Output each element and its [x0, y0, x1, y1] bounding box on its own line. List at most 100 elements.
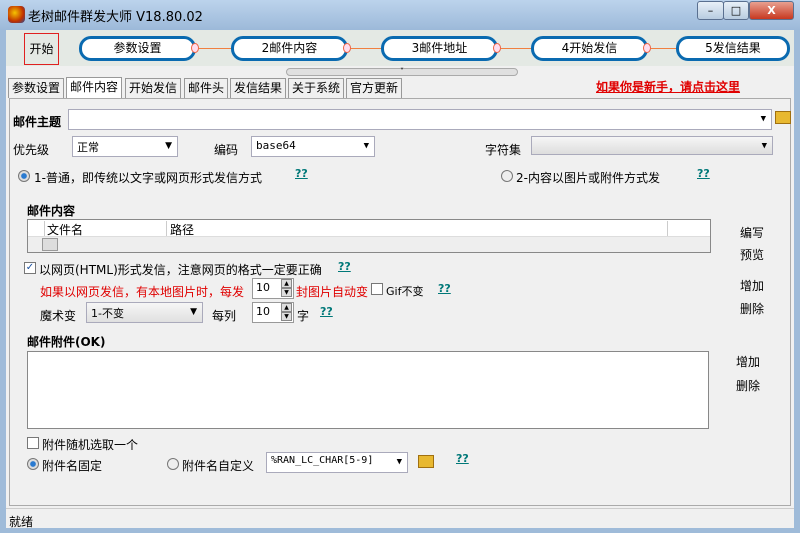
- delete-content-button[interactable]: 删除: [740, 300, 764, 317]
- random-attachment-checkbox[interactable]: [27, 437, 39, 449]
- folder-open-icon[interactable]: [418, 455, 434, 468]
- spin-up-icon[interactable]: ▲: [281, 303, 292, 312]
- per-col-stepper[interactable]: 10 ▲ ▼: [252, 302, 294, 323]
- gif-checkbox[interactable]: [371, 283, 383, 295]
- flow-step-content[interactable]: 2邮件内容: [231, 36, 348, 61]
- horizontal-scrollbar[interactable]: [28, 236, 710, 252]
- status-bar: 就绪: [6, 508, 794, 529]
- custom-name-label: 附件名自定义: [182, 459, 255, 473]
- encoding-label: 编码: [214, 143, 239, 157]
- fixed-name-radio[interactable]: [27, 458, 39, 470]
- gif-label: Gif不变: [386, 285, 424, 298]
- content-panel: 邮件主题 ▼ 优先级 正常 ▼ 编码 base64 ▼ 字符集 ▼ 1-普通，即传统…: [9, 98, 791, 506]
- start-node[interactable]: 开始: [24, 33, 59, 65]
- chevron-down-icon: ▼: [761, 141, 767, 151]
- magic-label: 魔术变: [40, 309, 77, 323]
- window-title: 老树邮件群发大师 V18.80.02: [28, 10, 203, 25]
- magic-help-link[interactable]: ??: [320, 305, 333, 318]
- spin-down-icon[interactable]: ▼: [281, 288, 292, 297]
- custom-name-value: %RAN_LC_CHAR[5-9]: [271, 455, 374, 466]
- preview-button[interactable]: 预览: [740, 246, 764, 263]
- chevron-down-icon: ▼: [760, 114, 766, 124]
- tab-start-send[interactable]: 开始发信: [125, 78, 182, 98]
- connector-dot: [493, 43, 501, 53]
- magic-select[interactable]: 1-不变 ▼: [86, 302, 203, 323]
- charset-label: 字符集: [485, 143, 522, 157]
- custom-name-help-link[interactable]: ??: [456, 452, 469, 465]
- mode1-help-link[interactable]: ??: [295, 167, 308, 180]
- custom-name-radio[interactable]: [167, 458, 179, 470]
- spin-down-icon[interactable]: ▼: [281, 312, 292, 321]
- subject-input[interactable]: ▼: [68, 109, 772, 130]
- flow-step-params[interactable]: 参数设置: [79, 36, 196, 61]
- priority-select[interactable]: 正常 ▼: [72, 136, 178, 157]
- image-change-suffix: 封图片自动变: [296, 285, 369, 299]
- custom-name-select[interactable]: %RAN_LC_CHAR[5-9] ▼: [266, 452, 408, 473]
- connector-dot: [191, 43, 199, 53]
- tab-update[interactable]: 官方更新: [346, 78, 403, 98]
- charset-select[interactable]: ▼: [531, 136, 773, 155]
- spin-up-icon[interactable]: ▲: [281, 279, 292, 288]
- mode1-radio[interactable]: [18, 170, 30, 182]
- gif-help-link[interactable]: ??: [438, 282, 451, 295]
- mail-content-label: 邮件内容: [27, 204, 76, 218]
- attachment-label: 邮件附件(OK): [27, 335, 106, 349]
- edit-button[interactable]: 编写: [740, 224, 764, 241]
- newbie-help-link[interactable]: 如果你是新手，请点击这里: [596, 78, 740, 95]
- chevron-down-icon: ▼: [190, 307, 197, 317]
- tab-about[interactable]: 关于系统: [288, 78, 345, 98]
- encoding-select[interactable]: base64 ▼: [251, 136, 375, 157]
- html-help-link[interactable]: ??: [338, 260, 351, 273]
- flow-step-send[interactable]: 4开始发信: [531, 36, 648, 61]
- priority-label: 优先级: [13, 143, 50, 157]
- collapse-splitter[interactable]: ˅: [286, 68, 518, 76]
- mode2-label: 2-内容以图片或附件方式发: [516, 171, 660, 185]
- mode1-label: 1-普通，即传统以文字或网页形式发信方式: [34, 171, 262, 185]
- magic-value: 1-不变: [91, 307, 124, 320]
- tab-params[interactable]: 参数设置: [8, 78, 65, 98]
- title-bar: 老树邮件群发大师 V18.80.02 – □ X: [0, 0, 800, 30]
- add-attachment-button[interactable]: 增加: [736, 353, 760, 370]
- workflow-bar: 开始 参数设置 2邮件内容 3邮件地址 4开始发信 5发信结果: [6, 30, 794, 66]
- content-file-list[interactable]: 文件名 路径: [27, 219, 711, 253]
- mode2-help-link[interactable]: ??: [697, 167, 710, 180]
- connector-dot: [643, 43, 651, 53]
- connector-arrow: [501, 48, 531, 49]
- folder-open-icon[interactable]: [775, 111, 791, 124]
- tab-mail-header[interactable]: 邮件头: [184, 78, 229, 98]
- flow-step-result[interactable]: 5发信结果: [676, 36, 790, 61]
- maximize-button[interactable]: □: [723, 1, 749, 20]
- flow-step-address[interactable]: 3邮件地址: [381, 36, 498, 61]
- minimize-button[interactable]: –: [697, 1, 724, 20]
- random-attachment-label: 附件随机选取一个: [42, 438, 139, 452]
- tab-send-result[interactable]: 发信结果: [230, 78, 287, 98]
- html-label: 以网页(HTML)形式发信，注意网页的格式一定要正确: [39, 263, 322, 277]
- connector-arrow: [351, 48, 381, 49]
- app-icon: [8, 6, 25, 23]
- html-checkbox[interactable]: ✓: [24, 262, 36, 274]
- subject-label: 邮件主题: [13, 115, 62, 129]
- connector-arrow: [651, 48, 676, 49]
- client-area: 开始 参数设置 2邮件内容 3邮件地址 4开始发信 5发信结果 ˅ 参数设置 邮…: [6, 30, 794, 529]
- encoding-value: base64: [256, 139, 296, 152]
- add-content-button[interactable]: 增加: [740, 277, 764, 294]
- connector-arrow: [199, 48, 231, 49]
- chevron-down-icon: ▼: [396, 457, 402, 467]
- image-count-stepper[interactable]: 10 ▲ ▼: [252, 278, 294, 299]
- per-col-value: 10: [256, 305, 270, 318]
- close-button[interactable]: X: [749, 1, 794, 20]
- chevron-down-icon: ▼: [363, 141, 369, 151]
- chevron-down-icon: ▼: [165, 141, 172, 151]
- fixed-name-label: 附件名固定: [42, 459, 103, 473]
- tab-content[interactable]: 邮件内容: [66, 77, 123, 99]
- per-col-label: 每列: [212, 309, 237, 323]
- priority-value: 正常: [77, 141, 99, 154]
- connector-dot: [343, 43, 351, 53]
- image-count-value: 10: [256, 281, 270, 294]
- delete-attachment-button[interactable]: 删除: [736, 377, 760, 394]
- scrollbar-thumb[interactable]: [42, 238, 58, 251]
- mode2-radio[interactable]: [501, 170, 513, 182]
- attachment-list[interactable]: [27, 351, 709, 429]
- char-label: 字: [297, 309, 310, 323]
- image-change-prefix: 如果以网页发信，有本地图片时，每发: [40, 285, 245, 299]
